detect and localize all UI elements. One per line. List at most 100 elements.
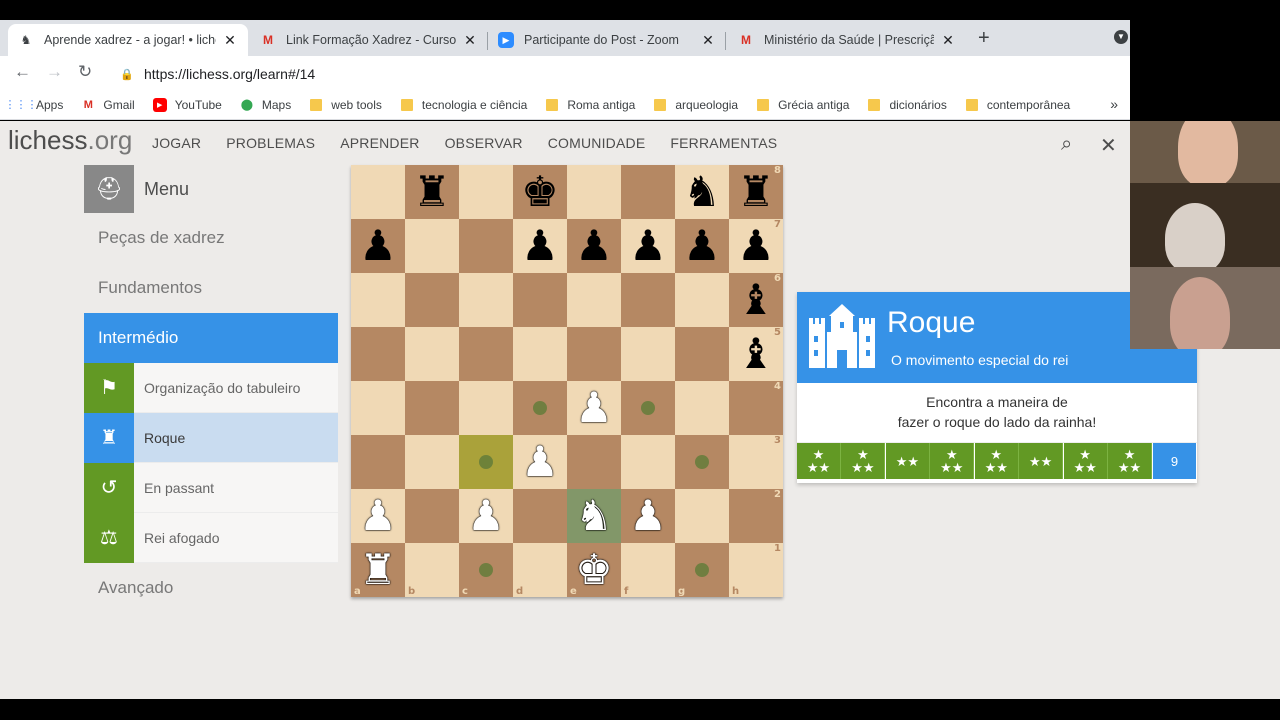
white-pawn-icon[interactable]: ♟ <box>629 495 667 537</box>
square-b6[interactable] <box>405 273 459 327</box>
new-tab-button[interactable]: + <box>978 27 990 50</box>
bookmark-maps[interactable]: ⬤ Maps <box>240 98 292 112</box>
square-a7[interactable]: ♟ <box>351 219 405 273</box>
level-button[interactable]: ★ ★★ <box>797 443 841 479</box>
square-h2[interactable]: 2 <box>729 489 783 543</box>
square-g6[interactable] <box>675 273 729 327</box>
white-knight-icon[interactable]: ♞ <box>575 495 613 537</box>
menu-button[interactable]: ⛑ Menu <box>84 165 338 213</box>
square-g7[interactable]: ♟ <box>675 219 729 273</box>
bookmark-folder[interactable]: dicionários <box>867 98 947 112</box>
black-pawn-icon[interactable]: ♟ <box>359 225 397 267</box>
level-button[interactable]: ★ ★★ <box>974 443 1019 479</box>
category-pecas[interactable]: Peças de xadrez <box>84 213 338 263</box>
move-hint-dot[interactable] <box>479 563 493 577</box>
square-a3[interactable] <box>351 435 405 489</box>
black-bishop-icon[interactable]: ♝ <box>737 333 775 375</box>
square-g2[interactable] <box>675 489 729 543</box>
level-button[interactable]: ★ ★★ <box>1063 443 1108 479</box>
square-g8[interactable]: ♞ <box>675 165 729 219</box>
square-e6[interactable] <box>567 273 621 327</box>
stage-organizacao[interactable]: ⚑ Organização do tabuleiro <box>84 362 338 413</box>
black-rook-icon[interactable]: ♜ <box>737 171 775 213</box>
reload-button[interactable]: ↻ <box>78 62 92 82</box>
square-b3[interactable] <box>405 435 459 489</box>
square-c3[interactable] <box>459 435 513 489</box>
square-a8[interactable] <box>351 165 405 219</box>
white-king-icon[interactable]: ♚ <box>575 549 613 591</box>
square-c6[interactable] <box>459 273 513 327</box>
square-b4[interactable] <box>405 381 459 435</box>
square-f2[interactable]: ♟ <box>621 489 675 543</box>
black-pawn-icon[interactable]: ♟ <box>683 225 721 267</box>
tab-ministerio[interactable]: M Ministério da Saúde | Prescrição ✕ <box>728 24 966 56</box>
bookmark-youtube[interactable]: ▶ YouTube <box>152 97 222 112</box>
square-e4[interactable]: ♟ <box>567 381 621 435</box>
square-f7[interactable]: ♟ <box>621 219 675 273</box>
bookmark-folder[interactable]: Grécia antiga <box>756 98 849 112</box>
square-h8[interactable]: ♜ 8 <box>729 165 783 219</box>
site-logo[interactable]: lichess.org <box>8 125 132 156</box>
move-hint-dot[interactable] <box>479 455 493 469</box>
square-h7[interactable]: ♟ 7 <box>729 219 783 273</box>
close-icon[interactable]: ✕ <box>940 32 956 49</box>
bookmark-folder[interactable]: contemporânea <box>965 98 1070 112</box>
square-a5[interactable] <box>351 327 405 381</box>
square-d1[interactable]: d <box>513 543 567 597</box>
square-b2[interactable] <box>405 489 459 543</box>
square-c2[interactable]: ♟ <box>459 489 513 543</box>
current-level-button[interactable]: 9 <box>1152 443 1197 479</box>
square-c8[interactable] <box>459 165 513 219</box>
category-avancado[interactable]: Avançado <box>84 563 338 613</box>
square-f3[interactable] <box>621 435 675 489</box>
square-d2[interactable] <box>513 489 567 543</box>
black-pawn-icon[interactable]: ♟ <box>737 225 775 267</box>
black-pawn-icon[interactable]: ♟ <box>629 225 667 267</box>
white-pawn-icon[interactable]: ♟ <box>575 387 613 429</box>
square-h3[interactable]: 3 <box>729 435 783 489</box>
stage-rei-afogado[interactable]: ⚖ Rei afogado <box>84 512 338 563</box>
bookmark-gmail[interactable]: M Gmail <box>81 98 135 112</box>
square-g5[interactable] <box>675 327 729 381</box>
square-b8[interactable]: ♜ <box>405 165 459 219</box>
close-icon[interactable]: ✕ <box>700 32 716 49</box>
black-rook-icon[interactable]: ♜ <box>413 171 451 213</box>
move-hint-dot[interactable] <box>695 455 709 469</box>
square-b1[interactable]: b <box>405 543 459 597</box>
square-h4[interactable]: 4 <box>729 381 783 435</box>
search-icon[interactable]: ⌕ <box>1061 133 1072 156</box>
nav-jogar[interactable]: JOGAR <box>152 135 201 151</box>
white-pawn-icon[interactable]: ♟ <box>521 441 559 483</box>
tab-lichess[interactable]: ♞ Aprende xadrez - a jogar! • liche ✕ <box>8 24 248 56</box>
black-king-icon[interactable]: ♚ <box>521 171 559 213</box>
tab-zoom[interactable]: ▶ Participante do Post - Zoom ✕ <box>488 24 726 56</box>
nav-problemas[interactable]: PROBLEMAS <box>226 135 315 151</box>
back-button[interactable]: ← <box>14 62 31 82</box>
bookmark-folder[interactable]: arqueologia <box>653 98 738 112</box>
square-e5[interactable] <box>567 327 621 381</box>
square-d6[interactable] <box>513 273 567 327</box>
nav-observar[interactable]: OBSERVAR <box>445 135 523 151</box>
square-b5[interactable] <box>405 327 459 381</box>
square-g3[interactable] <box>675 435 729 489</box>
square-e3[interactable] <box>567 435 621 489</box>
nav-comunidade[interactable]: COMUNIDADE <box>548 135 646 151</box>
white-pawn-icon[interactable]: ♟ <box>359 495 397 537</box>
square-b7[interactable] <box>405 219 459 273</box>
square-e1[interactable]: ♚ e <box>567 543 621 597</box>
square-d5[interactable] <box>513 327 567 381</box>
close-icon[interactable]: ✕ <box>1100 133 1117 158</box>
square-c4[interactable] <box>459 381 513 435</box>
square-e8[interactable] <box>567 165 621 219</box>
white-rook-icon[interactable]: ♜ <box>359 549 397 591</box>
url-field[interactable]: 🔒 https://lichess.org/learn#/14 <box>108 61 1118 87</box>
level-button[interactable]: ★ ★★ <box>841 443 886 479</box>
square-d8[interactable]: ♚ <box>513 165 567 219</box>
square-e2[interactable]: ♞ <box>567 489 621 543</box>
bookmark-folder[interactable]: tecnologia e ciência <box>400 98 527 112</box>
level-button[interactable]: ★ ★★ <box>930 443 975 479</box>
square-e7[interactable]: ♟ <box>567 219 621 273</box>
black-pawn-icon[interactable]: ♟ <box>521 225 559 267</box>
black-bishop-icon[interactable]: ♝ <box>737 279 775 321</box>
square-g1[interactable]: g <box>675 543 729 597</box>
